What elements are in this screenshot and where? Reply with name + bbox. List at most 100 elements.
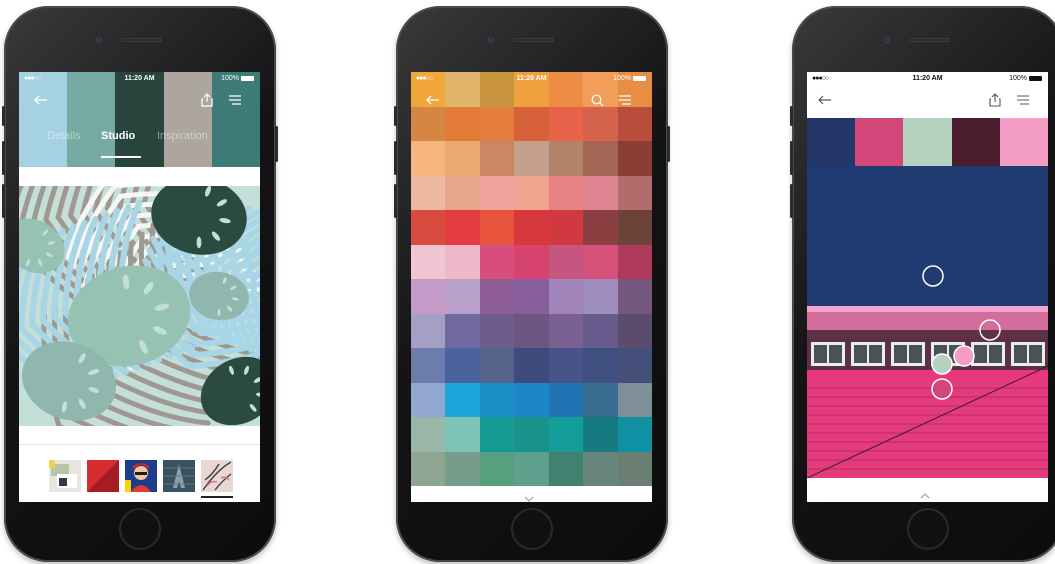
color-swatch[interactable] xyxy=(548,313,584,349)
share-icon[interactable] xyxy=(987,92,1003,108)
color-swatch[interactable] xyxy=(617,382,652,418)
color-swatch[interactable] xyxy=(445,382,481,418)
extracted-swatch[interactable] xyxy=(999,118,1048,166)
color-swatch[interactable] xyxy=(617,175,652,211)
color-swatch[interactable] xyxy=(583,313,619,349)
color-swatch[interactable] xyxy=(583,417,619,453)
color-swatch[interactable] xyxy=(514,210,550,246)
color-swatch[interactable] xyxy=(514,141,550,177)
color-swatch[interactable] xyxy=(617,313,652,349)
color-swatch[interactable] xyxy=(445,210,481,246)
color-swatch[interactable] xyxy=(617,348,652,384)
pattern-thumbnail[interactable] xyxy=(125,460,157,492)
color-swatch[interactable] xyxy=(479,417,515,453)
hamburger-menu-icon[interactable] xyxy=(617,92,633,108)
color-swatch[interactable] xyxy=(445,417,481,453)
color-swatch[interactable] xyxy=(479,175,515,211)
color-swatch[interactable] xyxy=(548,244,584,280)
extracted-swatch[interactable] xyxy=(951,118,1000,166)
color-swatch[interactable] xyxy=(617,244,652,280)
color-swatch[interactable] xyxy=(514,313,550,349)
color-swatch[interactable] xyxy=(617,141,652,177)
color-swatch[interactable] xyxy=(617,417,652,453)
hamburger-menu-icon[interactable] xyxy=(227,92,243,108)
color-swatch[interactable] xyxy=(411,348,447,384)
color-swatch[interactable] xyxy=(548,451,584,487)
color-swatch[interactable] xyxy=(583,210,619,246)
color-swatch[interactable] xyxy=(548,417,584,453)
color-swatch[interactable] xyxy=(411,244,447,280)
hamburger-menu-icon[interactable] xyxy=(1015,92,1031,108)
color-swatch[interactable] xyxy=(445,244,481,280)
color-swatch[interactable] xyxy=(583,382,619,418)
color-swatch[interactable] xyxy=(583,451,619,487)
color-swatch[interactable] xyxy=(617,210,652,246)
color-swatch[interactable] xyxy=(583,279,619,315)
color-picker-circle[interactable] xyxy=(953,345,975,367)
color-swatch[interactable] xyxy=(583,141,619,177)
color-swatch[interactable] xyxy=(617,279,652,315)
tab-inspiration[interactable]: Inspiration xyxy=(157,130,208,142)
color-swatch[interactable] xyxy=(514,244,550,280)
search-icon[interactable] xyxy=(589,92,605,108)
color-swatch[interactable] xyxy=(411,382,447,418)
color-swatch[interactable] xyxy=(479,210,515,246)
color-swatch[interactable] xyxy=(479,348,515,384)
color-swatch[interactable] xyxy=(514,451,550,487)
color-swatch[interactable] xyxy=(514,175,550,211)
home-button[interactable] xyxy=(511,508,553,550)
extracted-swatch[interactable] xyxy=(903,118,952,166)
color-swatch[interactable] xyxy=(411,210,447,246)
color-swatch[interactable] xyxy=(514,348,550,384)
color-swatch[interactable] xyxy=(445,175,481,211)
pattern-thumbnail[interactable] xyxy=(201,460,233,492)
color-swatch[interactable] xyxy=(583,175,619,211)
tab-studio[interactable]: Studio xyxy=(101,130,135,142)
color-swatch[interactable] xyxy=(514,382,550,418)
color-swatch[interactable] xyxy=(583,348,619,384)
extracted-swatch[interactable] xyxy=(855,118,904,166)
pattern-thumbnail[interactable] xyxy=(49,460,81,492)
color-swatch[interactable] xyxy=(445,141,481,177)
color-swatch[interactable] xyxy=(548,141,584,177)
color-swatch[interactable] xyxy=(411,175,447,211)
home-button[interactable] xyxy=(119,508,161,550)
color-swatch[interactable] xyxy=(445,348,481,384)
color-swatch[interactable] xyxy=(548,175,584,211)
color-swatch[interactable] xyxy=(411,417,447,453)
chevron-up-icon[interactable] xyxy=(920,486,930,502)
tab-details[interactable]: Details xyxy=(47,130,81,142)
color-swatch[interactable] xyxy=(479,141,515,177)
color-swatch[interactable] xyxy=(445,279,481,315)
arrow-left-icon[interactable] xyxy=(425,92,441,108)
color-swatch[interactable] xyxy=(514,279,550,315)
color-swatch[interactable] xyxy=(411,279,447,315)
arrow-left-icon[interactable] xyxy=(33,92,49,108)
color-swatch[interactable] xyxy=(548,382,584,418)
chevron-down-icon[interactable] xyxy=(524,489,534,502)
pattern-thumbnail[interactable] xyxy=(87,460,119,492)
extracted-swatch[interactable] xyxy=(807,118,856,166)
color-swatch[interactable] xyxy=(411,451,447,487)
color-swatch[interactable] xyxy=(479,279,515,315)
color-swatch[interactable] xyxy=(479,313,515,349)
color-swatch[interactable] xyxy=(445,313,481,349)
pattern-thumbnail[interactable] xyxy=(163,460,195,492)
color-picker-circle[interactable] xyxy=(931,378,953,400)
color-swatch[interactable] xyxy=(479,451,515,487)
color-swatch[interactable] xyxy=(617,451,652,487)
color-swatch[interactable] xyxy=(411,141,447,177)
color-swatch[interactable] xyxy=(514,417,550,453)
color-swatch[interactable] xyxy=(583,244,619,280)
color-swatch[interactable] xyxy=(479,244,515,280)
color-swatch[interactable] xyxy=(479,382,515,418)
color-swatch[interactable] xyxy=(548,348,584,384)
home-button[interactable] xyxy=(907,508,949,550)
color-swatch[interactable] xyxy=(548,210,584,246)
arrow-left-icon[interactable] xyxy=(817,92,833,108)
color-swatch[interactable] xyxy=(445,451,481,487)
color-swatch[interactable] xyxy=(411,313,447,349)
share-icon[interactable] xyxy=(199,92,215,108)
color-picker-circle[interactable] xyxy=(931,353,953,375)
color-swatch[interactable] xyxy=(548,279,584,315)
